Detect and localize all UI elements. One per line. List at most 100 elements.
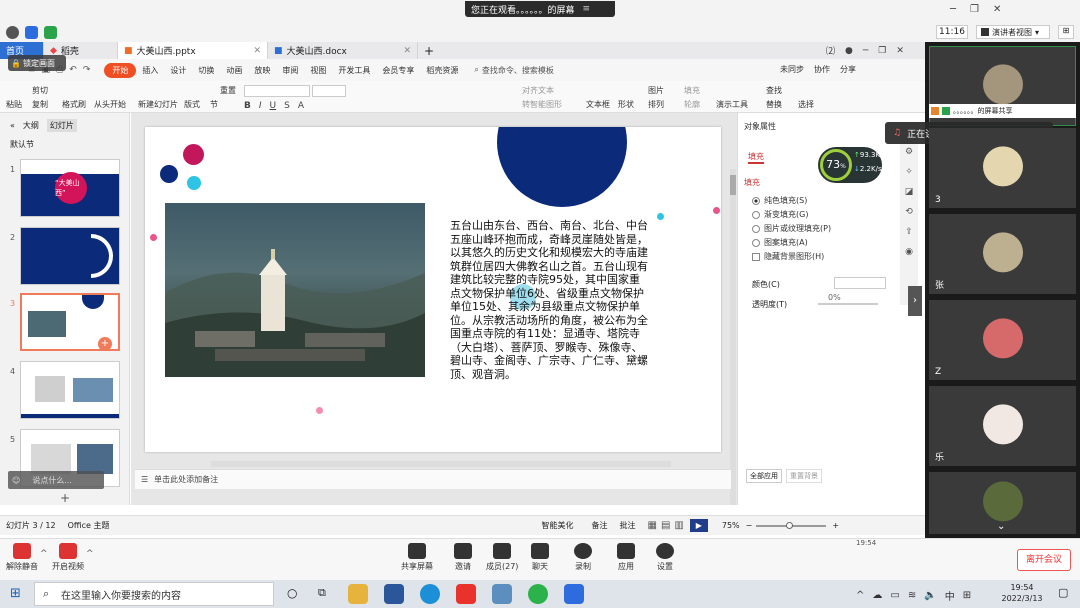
color-picker[interactable] (834, 277, 886, 289)
share-icon[interactable]: ⇪ (905, 227, 913, 237)
grid-icon[interactable]: ⊞ (963, 590, 971, 601)
app-icon[interactable] (492, 584, 512, 604)
tab-design[interactable]: 设计 (164, 65, 192, 76)
text-box-button[interactable]: 文本框 (586, 99, 610, 110)
shape-button[interactable]: 形状 (618, 99, 634, 110)
battery-icon[interactable]: ▭ (890, 590, 899, 601)
task-view-icon[interactable]: ⧉ (318, 586, 326, 600)
apps-button[interactable]: 应用 (617, 543, 635, 572)
video-tile-2[interactable]: 3 (929, 128, 1076, 208)
from-start-button[interactable]: 从头开始 (94, 99, 126, 110)
convert-smart-button[interactable]: 转智能图形 (522, 99, 562, 110)
reading-view-icon[interactable]: ▥ (674, 520, 683, 531)
location-icon[interactable]: ◉ (905, 247, 913, 257)
close-icon[interactable]: ✕ (896, 46, 904, 56)
add-slide-button[interactable]: + (60, 491, 70, 505)
tab-insert[interactable]: 插入 (136, 65, 164, 76)
restore-icon[interactable]: ❐ (878, 46, 886, 56)
transparency-slider[interactable] (818, 303, 878, 305)
tab-slides[interactable]: 幻灯片 (46, 119, 77, 132)
undo-icon[interactable]: ↶ (69, 65, 77, 75)
strike-icon[interactable]: S (284, 101, 290, 111)
reset-button[interactable]: 重置 (220, 85, 236, 96)
collapse-icon[interactable]: « (10, 121, 15, 130)
tab-outline[interactable]: 大纲 (23, 120, 39, 131)
smart-beautify-button[interactable]: 智能美化 (542, 520, 574, 531)
arrange-button[interactable]: 排列 (648, 99, 664, 110)
copy-button[interactable]: 复制 (32, 99, 48, 110)
notification-icon[interactable]: ▢ (1058, 586, 1068, 599)
wutai-mountain-photo[interactable] (165, 203, 425, 377)
expand-panel-button[interactable]: › (908, 286, 922, 316)
new-slide-button[interactable]: 新建幻灯片 (138, 99, 178, 110)
find-button[interactable]: 查找 (766, 85, 782, 96)
sync-button[interactable]: 未同步 (780, 64, 804, 75)
windows-start-icon[interactable]: ⊞ (10, 586, 21, 601)
fill-tab[interactable]: 填充 (748, 151, 764, 164)
share-screen-button[interactable]: 共享屏幕 (401, 543, 433, 572)
horizontal-scrollbar[interactable] (211, 461, 671, 467)
leave-meeting-button[interactable]: 离开会议 (1017, 549, 1071, 571)
tab-pptx[interactable]: ■ 大美山西.pptx ✕ (118, 42, 268, 59)
cloud-icon[interactable]: ☁ (872, 590, 882, 601)
normal-view-icon[interactable]: ▦ (648, 520, 657, 531)
sorter-view-icon[interactable]: ▤ (661, 520, 670, 531)
animation-icon[interactable]: ✧ (905, 167, 913, 177)
properties-icon[interactable]: ⚙ (905, 147, 913, 157)
play-slideshow-button[interactable]: ▶ (689, 519, 708, 532)
user-avatar-icon[interactable]: ● (845, 46, 853, 56)
signal-icon[interactable] (44, 26, 57, 39)
taskbar-clock[interactable]: 19:54 2022/3/13 (996, 582, 1048, 604)
format-painter-button[interactable]: 格式刷 (62, 99, 86, 110)
new-tab-button[interactable]: + (418, 42, 440, 59)
slide-3[interactable]: 五台山由东台、西台、南台、北台、中台五座山峰环抱而成，奇峰灵崖随处皆是，以其悠久… (145, 127, 721, 452)
wifi-icon[interactable]: ≋ (908, 590, 916, 601)
restore-icon[interactable]: ❐ (970, 4, 979, 15)
members-button[interactable]: 成员(27) (486, 543, 518, 572)
volume-icon[interactable]: 🔈 (924, 590, 936, 601)
apply-all-button[interactable]: 全部应用 (746, 469, 782, 483)
layout-button[interactable]: 版式 (184, 99, 200, 110)
cortana-icon[interactable]: ○ (287, 586, 297, 600)
unmute-button[interactable]: 解除静音 (6, 543, 38, 572)
grid-layout-icon[interactable]: ⊞ (1058, 25, 1074, 39)
solid-fill-option[interactable]: 纯色填充(S) (752, 195, 807, 206)
align-text-button[interactable]: 对齐文本 (522, 85, 554, 96)
font-select[interactable] (244, 85, 310, 97)
record-button[interactable]: 录制 (574, 543, 592, 572)
lock-screen-button[interactable]: 🔒 锁定画面 (8, 55, 66, 71)
scroll-thumb[interactable] (730, 175, 736, 195)
close-icon[interactable]: ✕ (993, 4, 1001, 15)
gradient-fill-option[interactable]: 渐变填充(G) (752, 209, 808, 220)
command-search[interactable]: ⌕ 查找命令、搜索模板 (474, 65, 553, 76)
pattern-fill-option[interactable]: 图案填充(A) (752, 237, 808, 248)
close-tab-icon[interactable]: ✕ (253, 46, 261, 56)
redo-icon[interactable]: ↷ (83, 65, 91, 75)
layout-icon[interactable]: ⑵ (826, 44, 835, 57)
zoom-handle[interactable] (786, 521, 794, 529)
tab-member[interactable]: 会员专享 (376, 65, 420, 76)
paste-button[interactable]: 粘贴 (6, 99, 22, 110)
slide-body-text[interactable]: 五台山由东台、西台、南台、北台、中台五座山峰环抱而成，奇峰灵崖随处皆是，以其悠久… (450, 219, 650, 381)
chat-button[interactable]: 聊天 (531, 543, 549, 572)
fill-button[interactable]: 填充 (684, 85, 700, 96)
share-button[interactable]: 分享 (840, 64, 856, 75)
underline-icon[interactable]: U (270, 101, 277, 111)
tab-slideshow[interactable]: 放映 (248, 65, 276, 76)
font-color-icon[interactable]: A (298, 101, 304, 111)
tab-animation[interactable]: 动画 (220, 65, 248, 76)
video-tile-6[interactable]: ⌄ (929, 472, 1076, 534)
slide-thumbnail-3[interactable]: + (20, 293, 120, 351)
start-video-button[interactable]: 开启视频 (52, 543, 84, 572)
taskbar-search-input[interactable]: ⌕ 在这里输入你要搜索的内容 (34, 582, 274, 606)
tab-review[interactable]: 审阅 (276, 65, 304, 76)
section-button[interactable]: 节 (210, 99, 218, 110)
tab-start[interactable]: 开始 (104, 62, 137, 78)
file-explorer-icon[interactable] (348, 584, 368, 604)
replace-button[interactable]: 替换 (766, 99, 782, 110)
chevron-down-icon[interactable]: ⌄ (997, 521, 1005, 532)
video-tile-5[interactable]: 乐 (929, 386, 1076, 466)
edge-icon[interactable] (420, 584, 440, 604)
minimize-icon[interactable]: ─ (863, 46, 868, 56)
slide-thumbnail-1[interactable]: “大美山西” (20, 159, 120, 217)
